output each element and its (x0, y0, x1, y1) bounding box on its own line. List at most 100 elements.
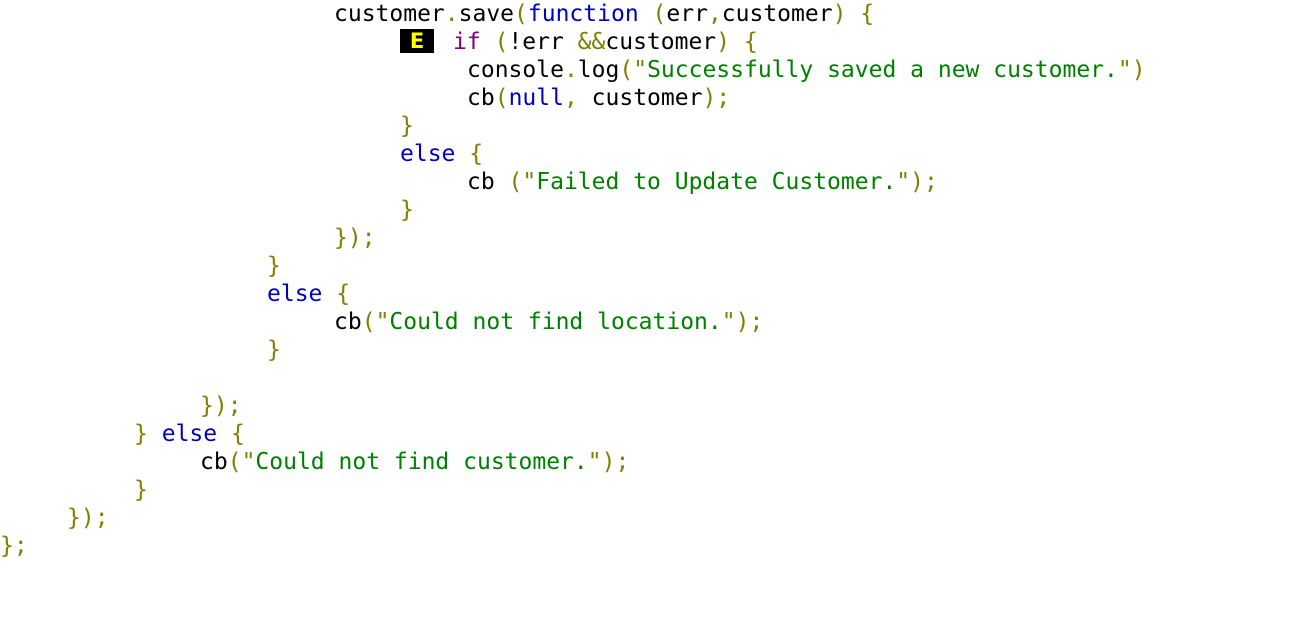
code-token-punc: ( (514, 1, 528, 27)
code-token-punc: ) (910, 169, 925, 195)
code-line[interactable]: } (0, 336, 1296, 364)
code-token-punc: ; (749, 309, 764, 335)
code-line[interactable]: cb("Could not find customer."); (0, 448, 1296, 476)
code-token-punc: ) (213, 393, 228, 419)
code-line[interactable]: }); (0, 392, 1296, 420)
code-token-punc: ( (619, 57, 634, 83)
code-line[interactable]: }; (0, 532, 1296, 560)
code-line-text: } (0, 252, 1296, 280)
code-token-punc: " (896, 169, 911, 195)
code-line[interactable]: } else { (0, 420, 1296, 448)
code-token-punc: ( (508, 169, 523, 195)
code-token-punc: { (230, 421, 245, 447)
code-token-plain: customer (334, 1, 445, 27)
code-token-punc: ) (601, 449, 616, 475)
code-token-kw: else (161, 421, 218, 447)
code-token-punc: } (334, 225, 348, 251)
code-token-punc: } (134, 477, 148, 503)
code-token-punc: ) (347, 225, 362, 251)
code-line-text: }; (0, 532, 1296, 560)
code-line-text: cb("Could not find customer."); (0, 448, 1296, 476)
code-line-text: Eif (!err &&customer) { (0, 28, 1296, 56)
code-line-text: cb(null, customer); (0, 84, 1296, 112)
code-token-punc: " (522, 169, 537, 195)
code-token-punc: { (743, 29, 758, 55)
code-token-punc: " (375, 309, 390, 335)
code-line[interactable]: } (0, 476, 1296, 504)
code-token-plain: cb (334, 309, 362, 335)
code-line[interactable]: cb(null, customer); (0, 84, 1296, 112)
code-token-kw: null (508, 85, 564, 111)
code-token-punc: . (444, 1, 459, 27)
code-token-punc: ; (227, 393, 242, 419)
code-line-text: }); (0, 504, 1296, 532)
code-token-punc: } (134, 421, 148, 447)
error-marker-icon[interactable]: E (400, 28, 434, 53)
code-token-plain: console (467, 57, 564, 83)
code-token-punc: } (67, 505, 81, 531)
code-line-text: cb ("Failed to Update Customer."); (0, 168, 1296, 196)
code-lines-container[interactable]: customer.save(function (err,customer) {E… (0, 0, 1296, 560)
code-line-text: } (0, 196, 1296, 224)
code-token-punc: } (200, 393, 214, 419)
code-line[interactable]: else { (0, 280, 1296, 308)
code-token-kw: else (267, 281, 323, 307)
code-token-punc: } (0, 533, 14, 559)
code-token-punc: " (241, 449, 256, 475)
code-line-text: } (0, 112, 1296, 140)
code-token-plain: !err (508, 29, 578, 55)
code-line[interactable] (0, 364, 1296, 392)
code-line[interactable]: cb ("Failed to Update Customer."); (0, 168, 1296, 196)
code-line[interactable]: } (0, 252, 1296, 280)
code-line[interactable]: Eif (!err &&customer) { (0, 28, 1296, 56)
code-token-punc: ; (615, 449, 630, 475)
code-token-punc: ( (494, 85, 509, 111)
code-line-text: else { (0, 280, 1296, 308)
code-token-punc: ) (702, 85, 717, 111)
code-token-punc: ; (94, 505, 109, 531)
code-token-punc: ; (716, 85, 731, 111)
code-token-plain: save (458, 1, 515, 27)
code-token-punc: { (469, 141, 484, 167)
code-token-punc: . (563, 57, 578, 83)
code-line-text: } (0, 336, 1296, 364)
code-token-punc: ) (1131, 57, 1146, 83)
code-token-plain: cb (467, 169, 509, 195)
code-line[interactable]: customer.save(function (err,customer) { (0, 0, 1296, 28)
code-line-text: }); (0, 224, 1296, 252)
code-line[interactable]: } (0, 196, 1296, 224)
code-token-str: Could not find location. (389, 309, 722, 335)
code-token-punc: ) (735, 309, 750, 335)
code-token-plain: customer (721, 1, 833, 27)
code-token-punc: } (400, 197, 414, 223)
code-line-text: cb("Could not find location."); (0, 308, 1296, 336)
code-token-punc: ; (13, 533, 28, 559)
code-line[interactable]: cb("Could not find location."); (0, 308, 1296, 336)
code-token-punc: ) (80, 505, 95, 531)
code-line[interactable]: } (0, 112, 1296, 140)
code-token-punc: " (721, 309, 736, 335)
code-token-punc: ) (716, 29, 731, 55)
code-token-punc: ( (652, 1, 667, 27)
code-token-str: Successfully saved a new customer. (647, 57, 1118, 83)
code-token-punc: { (336, 281, 351, 307)
code-line[interactable]: else { (0, 140, 1296, 168)
code-line[interactable]: }); (0, 504, 1296, 532)
code-token-plain: err (666, 1, 708, 27)
code-token-punc: ( (227, 449, 242, 475)
code-editor-viewport[interactable]: customer.save(function (err,customer) {E… (0, 0, 1296, 642)
code-line[interactable]: }); (0, 224, 1296, 252)
code-token-kw: function (527, 1, 639, 27)
code-token-punc: " (633, 57, 648, 83)
code-line[interactable]: console.log("Successfully saved a new cu… (0, 56, 1296, 84)
code-line-text: }); (0, 392, 1296, 420)
code-token-str: Failed to Update Customer. (536, 169, 897, 195)
code-token-plain: cb (467, 85, 495, 111)
code-token-punc: " (587, 449, 602, 475)
